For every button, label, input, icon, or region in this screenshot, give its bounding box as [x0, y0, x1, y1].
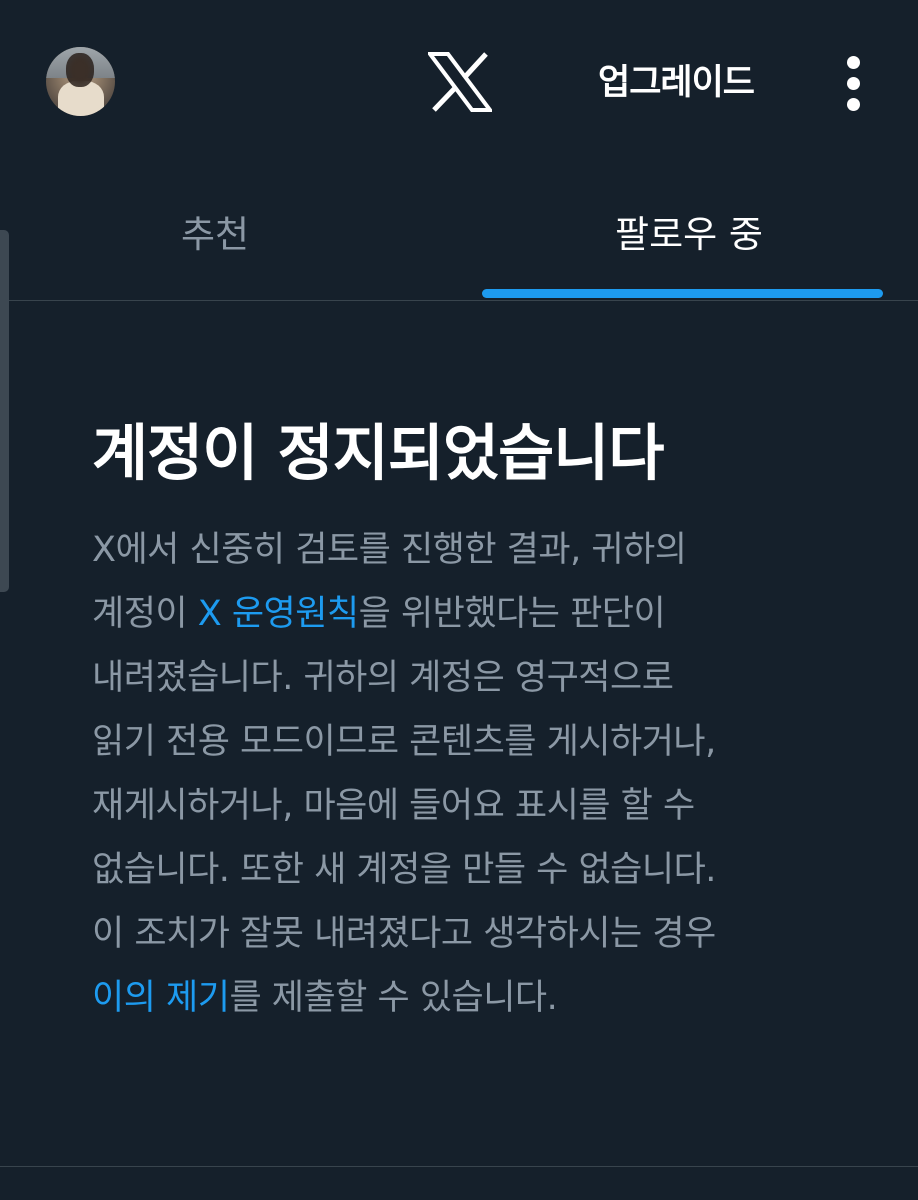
- top-app-bar: 업그레이드: [0, 0, 918, 165]
- x-logo-icon[interactable]: [428, 52, 492, 112]
- timeline-tabs: 추천 팔로우 중: [0, 165, 918, 301]
- notice-line: 재게시하거나, 마음에 들어요 표시를 할 수: [92, 786, 695, 826]
- notice-title: 계정이 정지되었습니다: [92, 418, 664, 489]
- scroll-handle[interactable]: [0, 230, 9, 592]
- notice-line: X에서 신중히 검토를 진행한 결과, 귀하의: [92, 530, 687, 570]
- more-dot: [847, 77, 860, 90]
- notice-text: 계정이: [92, 594, 198, 634]
- bottom-divider: [0, 1166, 918, 1167]
- notice-line: 내려졌습니다. 귀하의 계정은 영구적으로: [92, 658, 674, 698]
- avatar-face: [70, 57, 90, 83]
- tab-following-label: 팔로우 중: [615, 213, 763, 256]
- more-dot: [847, 98, 860, 111]
- notice-text: 를 제출할 수 있습니다.: [229, 978, 558, 1018]
- notice-line: 없습니다. 또한 새 계정을 만들 수 없습니다.: [92, 850, 716, 890]
- suspension-notice: 계정이 정지되었습니다 X에서 신중히 검토를 진행한 결과, 귀하의 계정이 …: [92, 410, 882, 1030]
- tabs-divider: [0, 300, 918, 301]
- avatar[interactable]: [46, 47, 115, 116]
- tab-recommended-label: 추천: [180, 213, 250, 256]
- x-rules-link[interactable]: X 운영원칙: [198, 594, 359, 634]
- more-dot: [847, 56, 860, 69]
- upgrade-button[interactable]: 업그레이드: [598, 60, 755, 106]
- tab-active-indicator: [482, 289, 883, 298]
- tab-following[interactable]: 팔로우 중: [460, 165, 918, 301]
- notice-body: X에서 신중히 검토를 진행한 결과, 귀하의 계정이 X 운영원칙을 위반했다…: [92, 518, 882, 1030]
- tab-recommended[interactable]: 추천: [0, 165, 460, 301]
- notice-line: 이 조치가 잘못 내려졌다고 생각하시는 경우: [92, 914, 716, 954]
- notice-text: 을 위반했다는 판단이: [358, 594, 666, 634]
- appeal-link[interactable]: 이의 제기: [92, 978, 230, 1018]
- notice-line: 읽기 전용 모드이므로 콘텐츠를 게시하거나,: [92, 722, 716, 762]
- notice-line: 이의 제기를 제출할 수 있습니다.: [92, 966, 882, 1030]
- more-vertical-icon[interactable]: [838, 54, 870, 112]
- notice-line: 계정이 X 운영원칙을 위반했다는 판단이: [92, 582, 882, 646]
